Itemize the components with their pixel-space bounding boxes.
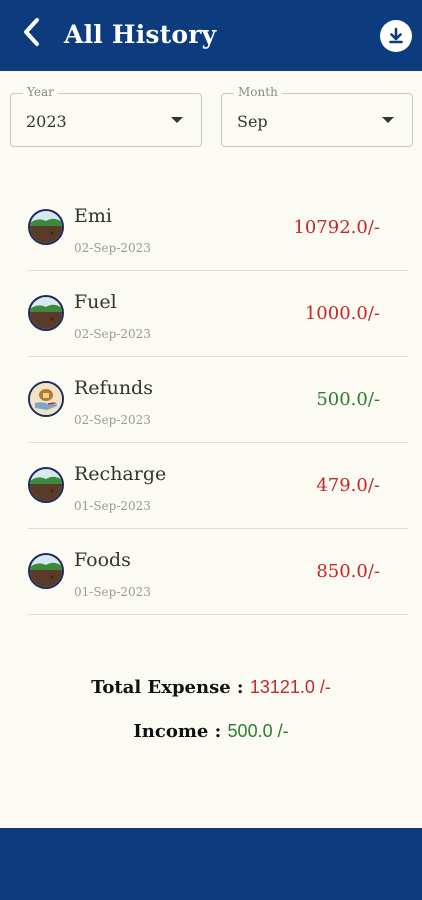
income-value: 500.0 /- <box>227 721 289 741</box>
year-label: Year <box>23 85 58 99</box>
transaction-amount: 10792.0/- <box>293 217 380 238</box>
transaction-amount: 500.0/- <box>316 389 380 410</box>
dropdown-arrow-icon <box>382 117 394 123</box>
transaction-amount: 479.0/- <box>316 475 380 496</box>
list-item[interactable]: Emi 02-Sep-2023 10792.0/- <box>28 185 408 271</box>
transaction-date: 02-Sep-2023 <box>74 241 151 255</box>
landscape-icon <box>28 467 64 503</box>
transaction-list: Emi 02-Sep-2023 10792.0/- Fuel 02-Sep-20… <box>28 185 408 615</box>
dropdown-arrow-icon <box>171 117 183 123</box>
year-dropdown[interactable]: Year 2023 <box>10 85 202 147</box>
transaction-date: 02-Sep-2023 <box>74 413 151 427</box>
transaction-date: 02-Sep-2023 <box>74 327 151 341</box>
app-bar: All History <box>0 0 422 71</box>
transaction-date: 01-Sep-2023 <box>74 585 151 599</box>
transaction-amount: 1000.0/- <box>304 303 380 324</box>
category-label: Emi <box>74 205 112 227</box>
category-label: Recharge <box>74 463 167 485</box>
list-item[interactable]: Foods 01-Sep-2023 850.0/- <box>28 529 408 615</box>
transaction-date: 01-Sep-2023 <box>74 499 151 513</box>
chevron-left-icon <box>24 18 39 46</box>
income-label: Income : <box>133 721 228 742</box>
money-hand-icon <box>28 381 64 417</box>
transaction-amount: 850.0/- <box>316 561 380 582</box>
bottom-bar <box>0 828 422 900</box>
month-value: Sep <box>237 112 268 131</box>
landscape-icon <box>28 295 64 331</box>
category-label: Refunds <box>74 377 153 399</box>
category-label: Fuel <box>74 291 117 313</box>
download-button[interactable] <box>380 20 412 52</box>
total-income: Income : 500.0 /- <box>0 721 422 742</box>
landscape-icon <box>28 553 64 589</box>
download-icon <box>389 27 403 44</box>
category-label: Foods <box>74 549 131 571</box>
total-expense: Total Expense : 13121.0 /- <box>0 677 422 698</box>
list-item[interactable]: Recharge 01-Sep-2023 479.0/- <box>28 443 408 529</box>
list-item[interactable]: Refunds 02-Sep-2023 500.0/- <box>28 357 408 443</box>
back-button[interactable] <box>14 14 50 50</box>
month-dropdown[interactable]: Month Sep <box>221 85 413 147</box>
landscape-icon <box>28 209 64 245</box>
page-title: All History <box>64 20 217 49</box>
month-label: Month <box>234 85 282 99</box>
list-item[interactable]: Fuel 02-Sep-2023 1000.0/- <box>28 271 408 357</box>
year-value: 2023 <box>26 112 67 131</box>
total-expense-value: 13121.0 /- <box>249 677 331 697</box>
total-expense-label: Total Expense : <box>91 677 250 698</box>
